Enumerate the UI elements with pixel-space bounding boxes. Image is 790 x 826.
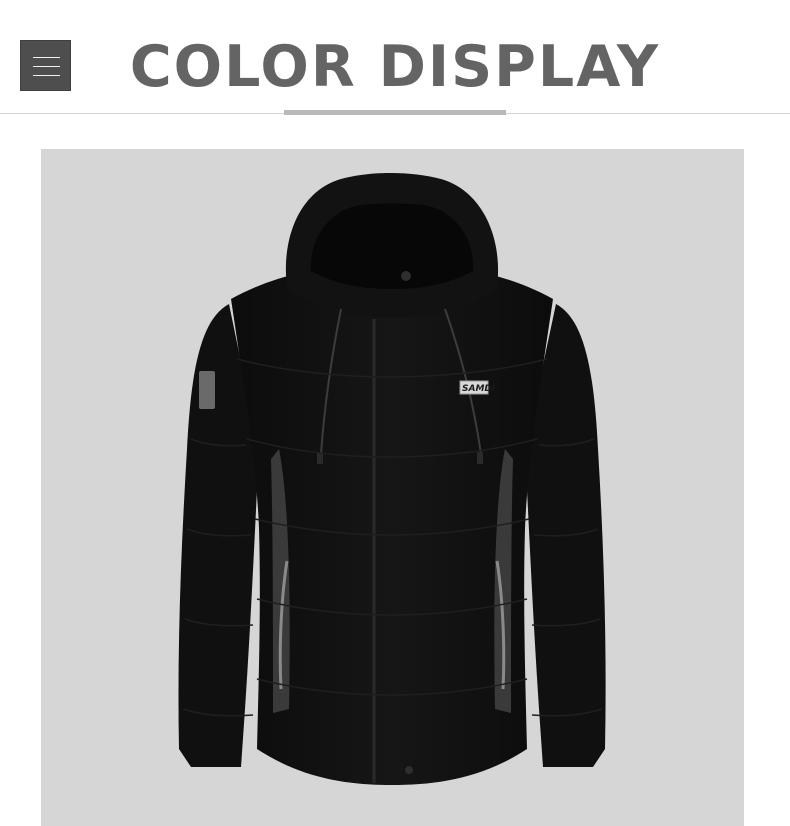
right-drawstring-tip	[477, 452, 483, 464]
section-title: COLOR DISPLAY	[129, 34, 661, 100]
shoulder-patch	[199, 371, 215, 409]
product-photo: SAMDI	[41, 149, 744, 826]
hood-opening	[310, 203, 474, 289]
color-display-page: COLOR DISPLAY SAMDI	[0, 0, 790, 826]
chest-badge-text: SAMDI	[462, 384, 496, 394]
hem-snap-button	[405, 766, 413, 774]
title-underline	[284, 110, 506, 115]
collar-snap-button	[401, 271, 411, 281]
jacket-illustration: SAMDI	[178, 173, 606, 785]
